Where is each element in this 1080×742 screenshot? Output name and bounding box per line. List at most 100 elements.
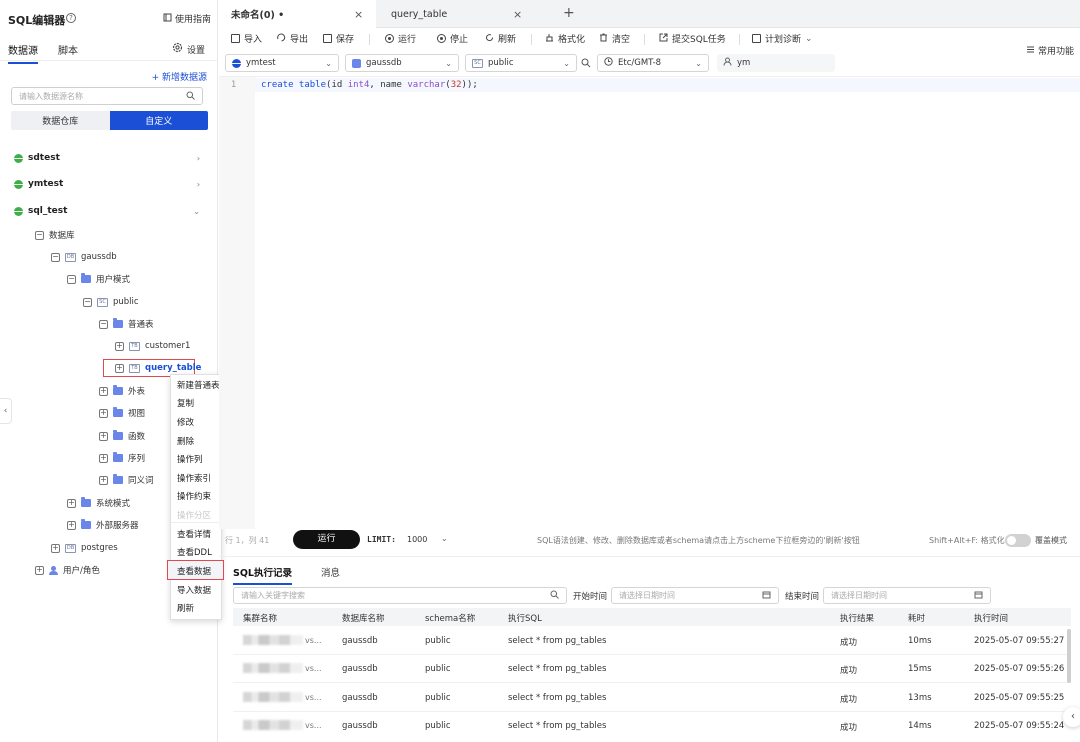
sidebar-collapse-button[interactable]: ‹ — [0, 398, 12, 424]
tree-node-function[interactable]: + 函数 — [99, 429, 145, 443]
save-button[interactable]: 保存 — [323, 32, 354, 45]
plan-diagnosis-button[interactable]: 计划诊断 ⌄ — [752, 32, 813, 45]
tab-messages[interactable]: 消息 — [321, 565, 340, 579]
collapse-icon[interactable]: − — [67, 274, 76, 284]
tree-node-external-server[interactable]: + 外部服务器 — [67, 518, 139, 532]
refresh-button[interactable]: 刷新 — [485, 32, 516, 45]
tree-node-synonym[interactable]: + 同义词 — [99, 473, 154, 487]
scrollbar[interactable] — [1067, 629, 1071, 683]
datasource-select[interactable]: ymtest ⌄ — [225, 54, 339, 72]
menu-indexes[interactable]: 操作索引 — [177, 472, 211, 484]
segment-custom[interactable]: 自定义 — [109, 111, 208, 130]
menu-copy[interactable]: 复制 — [177, 397, 194, 409]
collapse-icon[interactable]: − — [99, 319, 108, 329]
tree-node-user-role[interactable]: + 用户/角色 — [35, 563, 100, 577]
format-button[interactable]: 格式化 — [545, 32, 585, 45]
schema-select[interactable]: SC public ⌄ — [465, 54, 577, 72]
tree-node-customer1[interactable]: + TB customer1 — [115, 339, 190, 353]
expand-icon[interactable]: + — [35, 565, 44, 575]
tree-node-database[interactable]: − 数据库 — [35, 228, 75, 242]
tree-node-public[interactable]: − SC public — [83, 295, 139, 309]
expand-icon[interactable]: + — [67, 498, 76, 508]
expand-icon[interactable]: + — [51, 543, 60, 553]
tree-node-query-table[interactable]: + TB query_table — [115, 361, 201, 375]
cover-mode-toggle[interactable] — [1005, 534, 1031, 547]
search-icon[interactable] — [581, 58, 591, 71]
tree-node-normal-table[interactable]: − 普通表 — [99, 317, 154, 331]
expand-icon[interactable]: + — [99, 431, 108, 441]
editor-tab-query-table[interactable]: query_table × — [377, 0, 537, 28]
tree-node-sdtest[interactable]: sdtest › — [14, 151, 214, 165]
help-icon[interactable]: ? — [66, 13, 76, 23]
history-search-input[interactable]: 请输入关键字搜索 — [233, 587, 567, 604]
menu-columns[interactable]: 操作列 — [177, 453, 203, 465]
datasource-search-input[interactable]: 请输入数据源名称 — [11, 87, 203, 105]
panel-collapse-button[interactable]: ‹ — [1063, 707, 1080, 727]
collapse-icon[interactable]: − — [51, 252, 60, 262]
end-time-picker[interactable]: 请选择日期时间 — [823, 587, 991, 604]
menu-partitions: 操作分区 — [177, 511, 212, 521]
table-row[interactable]: vs... gaussdb public select * from pg_ta… — [233, 627, 1071, 655]
divider — [644, 34, 645, 45]
start-time-picker[interactable]: 请选择日期时间 — [611, 587, 779, 604]
table-row[interactable]: vs... gaussdb public select * from pg_ta… — [233, 655, 1071, 683]
table-row[interactable]: vs... gaussdb public select * from pg_ta… — [233, 712, 1071, 740]
expand-icon[interactable]: + — [115, 341, 124, 351]
segment-warehouse[interactable]: 数据仓库 — [11, 111, 110, 130]
submit-sql-task-button[interactable]: 提交SQL任务 — [659, 32, 726, 45]
timezone-select[interactable]: Etc/GMT-8 ⌄ — [597, 54, 709, 72]
sql-editor[interactable]: 1 create table(id int4, name varchar(32)… — [219, 76, 1080, 529]
menu-details[interactable]: 查看详情 — [177, 528, 211, 540]
expand-icon[interactable]: + — [115, 363, 124, 373]
table-row[interactable]: vs... gaussdb public select * from pg_ta… — [233, 684, 1071, 712]
run-button[interactable]: 运行 — [293, 530, 360, 549]
guide-link[interactable]: 使用指南 — [163, 12, 211, 25]
tree-node-gaussdb[interactable]: − DB gaussdb — [51, 250, 117, 264]
add-datasource-button[interactable]: + 新增数据源 — [152, 70, 207, 83]
clear-button[interactable]: 清空 — [599, 32, 630, 45]
menu-modify[interactable]: 修改 — [177, 416, 194, 428]
close-icon[interactable]: × — [513, 8, 522, 21]
import-button[interactable]: 导入 — [231, 32, 262, 45]
stop-button[interactable]: 停止 — [437, 32, 468, 45]
settings-button[interactable]: 设置 — [172, 42, 205, 56]
tree-node-sequence[interactable]: + 序列 — [99, 451, 145, 465]
add-tab-icon[interactable]: + — [563, 5, 575, 21]
expand-icon[interactable]: + — [99, 453, 108, 463]
expand-icon[interactable]: + — [99, 408, 108, 418]
database-select[interactable]: gaussdb ⌄ — [345, 54, 459, 72]
cell-duration: 10ms — [908, 636, 932, 646]
code-line[interactable]: create table(id int4, name varchar(32)); — [261, 80, 478, 90]
menu-constraints[interactable]: 操作约束 — [177, 490, 211, 502]
cell-sql: select * from pg_tables — [508, 693, 607, 703]
chevron-down-icon[interactable]: ⌄ — [441, 534, 448, 543]
tree-node-view[interactable]: + 视图 — [99, 406, 145, 420]
expand-icon[interactable]: + — [99, 386, 108, 396]
menu-import[interactable]: 导入数据 — [177, 584, 211, 596]
menu-new-table[interactable]: 新建普通表 — [177, 379, 220, 391]
menu-refresh[interactable]: 刷新 — [177, 602, 194, 614]
tree-node-user-schema[interactable]: − 用户模式 — [67, 272, 130, 286]
tree-node-foreign-table[interactable]: + 外表 — [99, 384, 145, 398]
tab-sql-history[interactable]: SQL执行记录 — [233, 565, 292, 585]
close-icon[interactable]: × — [354, 8, 363, 21]
button-label: 清空 — [612, 35, 631, 45]
editor-tab-untitled[interactable]: 未命名(0) • × — [219, 0, 376, 28]
expand-icon[interactable]: + — [67, 520, 76, 530]
tree-node-sql-test[interactable]: sql_test ⌄ — [14, 204, 214, 218]
collapse-icon[interactable]: − — [83, 297, 92, 307]
tree-node-postgres[interactable]: + DB postgres — [51, 541, 118, 555]
code-text: (id — [326, 80, 348, 90]
book-icon — [163, 13, 172, 25]
tree-node-ymtest[interactable]: ymtest › — [14, 177, 214, 191]
limit-select[interactable]: 1000 — [407, 535, 427, 544]
menu-view-data[interactable]: 查看数据 — [177, 565, 211, 577]
tree-node-system-schema[interactable]: + 系统模式 — [67, 496, 130, 510]
user-value: ym — [737, 58, 751, 68]
expand-icon[interactable]: + — [99, 475, 108, 485]
menu-delete[interactable]: 删除 — [177, 435, 194, 447]
collapse-icon[interactable]: − — [35, 230, 44, 240]
menu-ddl[interactable]: 查看DDL — [177, 546, 212, 558]
export-button[interactable]: 导出 — [277, 32, 308, 45]
run-toolbar-button[interactable]: 运行 — [385, 32, 416, 45]
